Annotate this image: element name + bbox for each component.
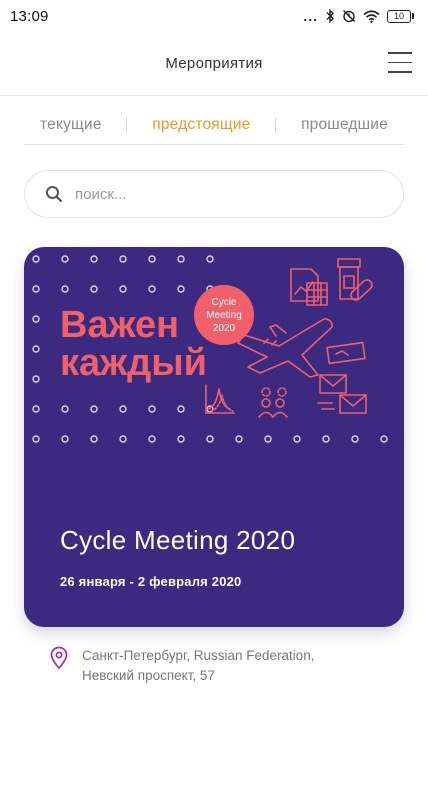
- decorative-dot: [148, 405, 156, 413]
- decorative-dot: [90, 285, 98, 293]
- wifi-icon: [363, 9, 380, 23]
- address-line-1: Санкт-Петербург, Russian Federation,: [82, 648, 315, 663]
- decorative-dot: [90, 405, 98, 413]
- search-icon: [46, 186, 63, 203]
- decorative-dot: [148, 285, 156, 293]
- event-card[interactable]: Cycle Meeting 2020 Важен каждый Cycle Me…: [24, 247, 404, 627]
- hamburger-menu-icon[interactable]: [388, 52, 412, 74]
- badge-line-3: 2020: [213, 323, 236, 334]
- address-line-2: Невский проспект, 57: [82, 668, 215, 683]
- status-icons: ... 10: [303, 8, 414, 24]
- decorative-dot: [235, 435, 243, 443]
- decorative-dot: [322, 435, 330, 443]
- event-address: Санкт-Петербург, Russian Federation, Нев…: [82, 646, 315, 686]
- banner-heading-line-2: каждый: [60, 342, 207, 384]
- decorative-dot: [148, 435, 156, 443]
- decorative-dot: [177, 435, 185, 443]
- tab-divider: [126, 116, 128, 133]
- app-header: Мероприятия: [0, 32, 428, 96]
- event-dates: 26 января - 2 февраля 2020: [60, 574, 242, 589]
- search-bar[interactable]: [24, 170, 404, 218]
- battery-level: 10: [387, 9, 411, 23]
- decorative-dot: [380, 435, 388, 443]
- alarm-off-icon: [343, 10, 355, 23]
- status-bar: 13:09 ... 10: [0, 0, 428, 32]
- decorative-dot: [148, 255, 156, 263]
- decorative-dot: [177, 255, 185, 263]
- decorative-dot: [32, 255, 40, 263]
- decorative-dot: [32, 435, 40, 443]
- decorative-dot: [264, 435, 272, 443]
- decorative-dot: [90, 255, 98, 263]
- battery-icon: 10: [387, 9, 414, 23]
- decorative-dot: [32, 345, 40, 353]
- decorative-dot: [119, 285, 127, 293]
- notification-dots-icon: ...: [303, 8, 318, 24]
- tab-past[interactable]: прошедшие: [285, 116, 404, 134]
- decorative-dot: [32, 285, 40, 293]
- search-input[interactable]: [75, 185, 375, 203]
- decorative-dot: [119, 255, 127, 263]
- badge-line-1: Cycle: [211, 297, 236, 308]
- decorative-dot: [293, 435, 301, 443]
- banner-heading-line-1: Важен: [60, 304, 179, 346]
- decorative-dot: [32, 405, 40, 413]
- decorative-dot: [61, 255, 69, 263]
- tab-divider: [275, 116, 277, 133]
- event-banner-illustration: Cycle Meeting 2020 Важен каждый: [32, 255, 388, 443]
- decorative-dot: [119, 405, 127, 413]
- decorative-dot: [351, 435, 359, 443]
- status-time: 13:09: [10, 7, 49, 25]
- event-title: Cycle Meeting 2020: [60, 525, 296, 555]
- decorative-dot: [206, 435, 214, 443]
- event-tabs: текущие предстоящие прошедшие: [24, 105, 404, 145]
- tab-upcoming[interactable]: предстоящие: [136, 116, 266, 134]
- decorative-dot: [61, 435, 69, 443]
- decorative-dot: [32, 375, 40, 383]
- decorative-dot: [119, 435, 127, 443]
- tab-current[interactable]: текущие: [24, 116, 118, 134]
- bluetooth-icon: [326, 9, 334, 23]
- decorative-dot: [90, 435, 98, 443]
- decorative-dot: [61, 405, 69, 413]
- event-location: Санкт-Петербург, Russian Federation, Нев…: [50, 646, 315, 686]
- badge-line-2: Meeting: [206, 310, 242, 321]
- page-title: Мероприятия: [165, 55, 263, 72]
- decorative-dot: [61, 285, 69, 293]
- decorative-dot: [177, 405, 185, 413]
- decorative-dot: [206, 255, 214, 263]
- location-pin-icon: [50, 646, 68, 670]
- decorative-dot: [177, 285, 185, 293]
- decorative-dot: [32, 315, 40, 323]
